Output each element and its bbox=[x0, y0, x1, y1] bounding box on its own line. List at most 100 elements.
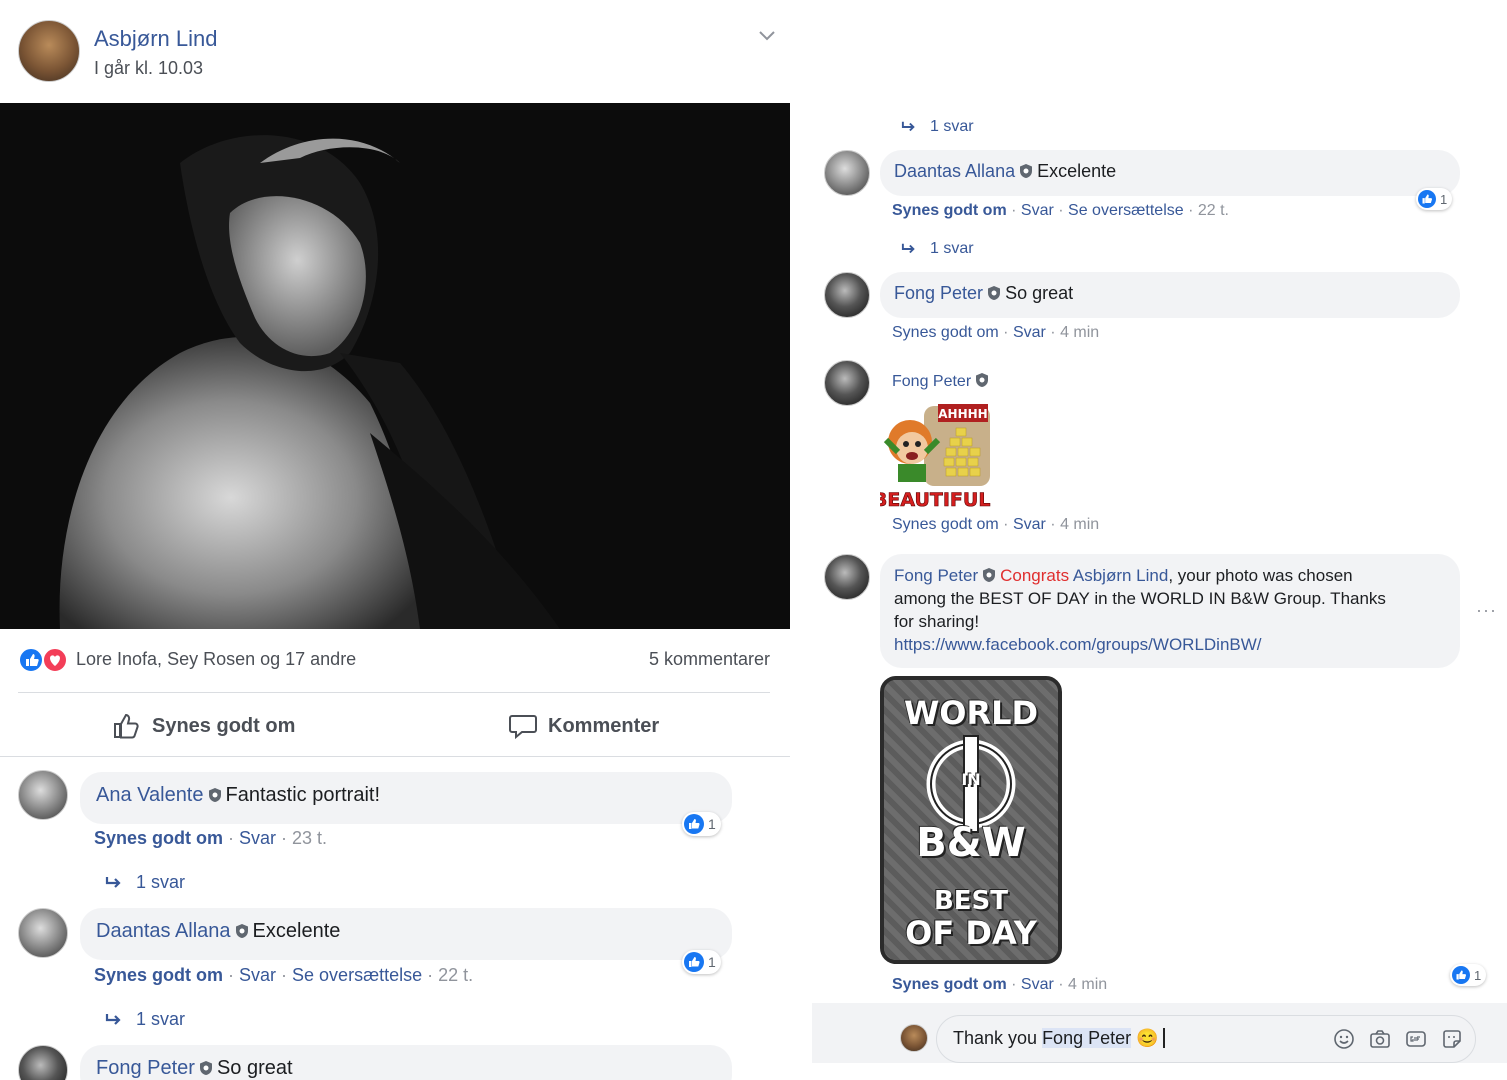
comment-like-link[interactable]: Synes godt om bbox=[892, 516, 999, 533]
reactions-names[interactable]: Lore Inofa, Sey Rosen og 17 andre bbox=[76, 649, 356, 670]
like-icon bbox=[684, 814, 704, 834]
comment-time[interactable]: 22 t. bbox=[1198, 202, 1229, 219]
avatar[interactable] bbox=[824, 272, 870, 318]
see-translation-link[interactable]: Se oversættelse bbox=[1068, 202, 1184, 219]
comment-time[interactable]: 4 min bbox=[1068, 976, 1107, 993]
like-button[interactable]: Synes godt om bbox=[112, 706, 295, 746]
more-options-icon[interactable]: ··· bbox=[1476, 600, 1497, 621]
chevron-down-icon[interactable] bbox=[756, 24, 778, 46]
view-replies-link[interactable]: 1 svar bbox=[900, 240, 974, 258]
comment-time[interactable]: 23 t. bbox=[292, 828, 327, 848]
comment-actions: Synes godt om · Svar · 4 min bbox=[892, 976, 1108, 993]
post-photo[interactable] bbox=[0, 103, 790, 629]
post-timestamp[interactable]: I går kl. 10.03 bbox=[94, 58, 203, 79]
avatar bbox=[900, 1024, 928, 1052]
emoji-icon[interactable] bbox=[1333, 1028, 1355, 1050]
comment-reply-link[interactable]: Svar bbox=[239, 828, 276, 848]
divider bbox=[0, 756, 790, 757]
comment-author[interactable]: Fong Peter bbox=[96, 1057, 195, 1079]
badge-in-text: IN bbox=[961, 770, 981, 789]
comment-author[interactable]: Daantas Allana bbox=[96, 920, 231, 942]
sticker-top-text: AHHHH bbox=[938, 407, 987, 421]
view-replies-link[interactable]: 1 svar bbox=[900, 118, 974, 136]
badge-ofday-text: OF DAY bbox=[905, 914, 1037, 952]
like-icon bbox=[684, 952, 704, 972]
comment-reply-link[interactable]: Svar bbox=[1013, 516, 1046, 533]
comment-button-label: Kommenter bbox=[548, 714, 660, 737]
comment-actions: Synes godt om · Svar · Se oversættelse ·… bbox=[94, 965, 474, 985]
post-author[interactable]: Asbjørn Lind bbox=[94, 26, 218, 52]
comment-like-link[interactable]: Synes godt om bbox=[892, 202, 1007, 219]
mention-link[interactable]: Asbjørn Lind bbox=[1073, 566, 1168, 585]
shield-icon bbox=[199, 1061, 212, 1075]
view-replies-link[interactable]: 1 svar bbox=[104, 872, 185, 893]
mention-tag: Fong Peter bbox=[1042, 1028, 1132, 1048]
avatar[interactable] bbox=[18, 1045, 68, 1080]
like-button-label: Synes godt om bbox=[152, 714, 296, 737]
comment-bubble: Fong Peter So great bbox=[880, 272, 1460, 318]
avatar[interactable] bbox=[18, 770, 68, 820]
camera-icon[interactable] bbox=[1369, 1028, 1391, 1050]
comment-author[interactable]: Ana Valente bbox=[96, 784, 204, 806]
comment-count[interactable]: 5 kommentarer bbox=[649, 649, 770, 670]
avatar[interactable] bbox=[824, 150, 870, 196]
comment-like-link[interactable]: Synes godt om bbox=[94, 965, 223, 985]
comment-actions: Synes godt om · Svar · Se oversættelse ·… bbox=[892, 202, 1229, 219]
comment-author[interactable]: Fong Peter bbox=[894, 566, 978, 585]
shield-icon bbox=[208, 788, 221, 802]
replies-count: 1 svar bbox=[136, 872, 186, 892]
comment-header: Fong Peter bbox=[892, 372, 993, 391]
comment-reply-link[interactable]: Svar bbox=[1021, 202, 1054, 219]
comment-button[interactable]: Kommenter bbox=[508, 706, 659, 746]
sticker-bottom-text: BEAUTIFUL! bbox=[880, 489, 992, 511]
badge-bw-text: B&W bbox=[916, 820, 1026, 866]
comment-text: Excelente bbox=[252, 920, 341, 942]
comment-time[interactable]: 4 min bbox=[1060, 516, 1099, 533]
like-icon bbox=[1452, 966, 1470, 984]
group-link[interactable]: https://www.facebook.com/groups/WORLDinB… bbox=[894, 633, 1446, 656]
badge-world-text: WORLD bbox=[903, 694, 1039, 732]
comment-text: Excelente bbox=[1037, 161, 1117, 181]
comment-author[interactable]: Fong Peter bbox=[894, 283, 983, 303]
comment-like-count[interactable]: 1 bbox=[1416, 188, 1453, 210]
comment-reply-link[interactable]: Svar bbox=[1021, 976, 1054, 993]
comment-reply-link[interactable]: Svar bbox=[1013, 324, 1046, 341]
comment: Daantas Allana Excelente 1 Synes godt om … bbox=[18, 908, 738, 1038]
portrait-image bbox=[0, 103, 790, 629]
like-count: 1 bbox=[1440, 191, 1448, 207]
comment-author[interactable]: Daantas Allana bbox=[894, 161, 1015, 181]
avatar[interactable] bbox=[18, 908, 68, 958]
view-replies-link[interactable]: 1 svar bbox=[104, 1009, 185, 1030]
avatar[interactable] bbox=[18, 20, 80, 82]
reply-input[interactable]: Thank you Fong Peter 😊 bbox=[936, 1015, 1476, 1063]
reply-arrow-icon bbox=[901, 243, 915, 254]
comment-actions: Synes godt om · Svar · 23 t. bbox=[94, 828, 328, 848]
comment-actions: Synes godt om · Svar · 4 min bbox=[892, 324, 1100, 341]
comment-like-link[interactable]: Synes godt om bbox=[892, 976, 1007, 993]
sticker-icon[interactable] bbox=[1441, 1028, 1463, 1050]
comment-like-count[interactable]: 1 bbox=[1450, 964, 1487, 986]
comment-like-count[interactable]: 1 bbox=[682, 812, 721, 836]
gif-icon[interactable] bbox=[1405, 1028, 1427, 1050]
comment: Daantas Allana Excelente 1 Synes godt om … bbox=[824, 150, 1464, 270]
reactions-summary[interactable]: Lore Inofa, Sey Rosen og 17 andre 5 komm… bbox=[18, 645, 770, 675]
comment-time[interactable]: 22 t. bbox=[438, 965, 473, 985]
comment-like-link[interactable]: Synes godt om bbox=[892, 324, 999, 341]
comment-reply-link[interactable]: Svar bbox=[239, 965, 276, 985]
like-count: 1 bbox=[708, 816, 716, 832]
comment-author[interactable]: Fong Peter bbox=[892, 373, 971, 390]
avatar[interactable] bbox=[824, 554, 870, 600]
reply-arrow-icon bbox=[901, 121, 915, 132]
comment-like-count[interactable]: 1 bbox=[682, 950, 721, 974]
comment-actions: Synes godt om · Svar · 4 min bbox=[892, 516, 1100, 533]
see-translation-link[interactable]: Se oversættelse bbox=[292, 965, 422, 985]
avatar[interactable] bbox=[824, 360, 870, 406]
comment-time[interactable]: 4 min bbox=[1060, 324, 1099, 341]
comment-text-line1: , your photo was chosen bbox=[1168, 566, 1353, 585]
comment-text: So great bbox=[216, 1057, 293, 1079]
comment: Fong Peter So great bbox=[18, 1045, 738, 1080]
replies-count: 1 svar bbox=[136, 1009, 186, 1029]
comment-like-link[interactable]: Synes godt om bbox=[94, 828, 223, 848]
best-of-day-badge-image[interactable]: WORLD IN B&W BEST OF DAY bbox=[880, 676, 1062, 964]
beautiful-sticker[interactable]: AHHHH BEAUTIFUL! bbox=[873, 400, 999, 512]
